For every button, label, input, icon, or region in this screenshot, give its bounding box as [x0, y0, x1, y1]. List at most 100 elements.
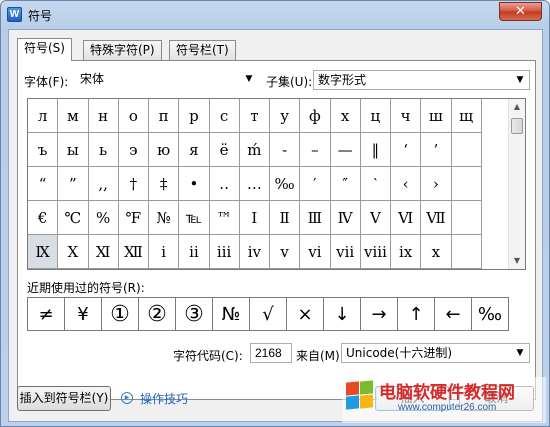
- symbol-cell[interactable]: т: [239, 99, 270, 133]
- tab-symbol-bar[interactable]: 符号栏(T): [169, 40, 236, 60]
- symbol-cell[interactable]: ℃: [58, 201, 89, 235]
- symbol-cell[interactable]: ю: [149, 133, 180, 167]
- recent-symbol-cell[interactable]: ‰: [472, 298, 509, 330]
- subset-select[interactable]: 数字形式 ▼: [313, 70, 530, 90]
- symbol-cell[interactable]: ‖: [360, 133, 391, 167]
- symbol-cell[interactable]: р: [179, 99, 210, 133]
- symbol-cell[interactable]: №: [149, 201, 180, 235]
- symbol-cell[interactable]: -: [270, 133, 301, 167]
- symbol-cell[interactable]: у: [270, 99, 301, 133]
- tab-special-characters[interactable]: 特殊字符(P): [83, 40, 162, 60]
- recent-symbol-cell[interactable]: ←: [435, 298, 472, 330]
- symbol-cell[interactable]: ⅳ: [239, 235, 270, 269]
- symbol-cell[interactable]: о: [118, 99, 149, 133]
- recent-symbol-cell[interactable]: √: [250, 298, 287, 330]
- title-bar[interactable]: W 符号 ✕: [1, 1, 549, 27]
- symbol-cell[interactable]: €: [28, 201, 59, 235]
- font-select[interactable]: 宋体 ▼: [76, 70, 258, 90]
- symbol-cell[interactable]: ℡: [179, 201, 210, 235]
- symbol-cell[interactable]: ″: [330, 167, 361, 201]
- symbol-cell[interactable]: Ⅺ: [88, 235, 119, 269]
- symbol-cell[interactable]: ‥: [209, 167, 240, 201]
- symbol-cell[interactable]: ‘: [391, 133, 422, 167]
- symbol-cell[interactable]: ‵: [360, 167, 391, 201]
- symbol-cell[interactable]: ц: [360, 99, 391, 133]
- recent-symbol-cell[interactable]: ¥: [65, 298, 102, 330]
- symbol-cell[interactable]: ⅴ: [270, 235, 301, 269]
- tab-symbols[interactable]: 符号(S): [17, 38, 72, 61]
- symbol-cell[interactable]: ч: [391, 99, 422, 133]
- symbol-cell[interactable]: с: [209, 99, 240, 133]
- symbol-cell[interactable]: ›: [421, 167, 452, 201]
- symbol-cell[interactable]: –: [300, 133, 331, 167]
- symbol-cell[interactable]: ф: [300, 99, 331, 133]
- symbol-cell[interactable]: Ⅵ: [391, 201, 422, 235]
- symbol-cell[interactable]: ḿ: [239, 133, 270, 167]
- symbol-cell[interactable]: Ⅸ: [28, 235, 59, 269]
- symbol-grid-scrollbar[interactable]: ▲ ▼: [508, 99, 525, 269]
- symbol-cell[interactable]: Ⅱ: [270, 201, 301, 235]
- symbol-cell[interactable]: Ⅳ: [330, 201, 361, 235]
- symbol-cell[interactable]: ,,: [88, 167, 119, 201]
- scroll-up-arrow-icon[interactable]: ▲: [509, 99, 525, 115]
- symbol-cell[interactable]: ⅷ: [360, 235, 391, 269]
- symbol-cell[interactable]: ™: [209, 201, 240, 235]
- symbol-cell[interactable]: ё: [209, 133, 240, 167]
- symbol-cell[interactable]: [451, 167, 482, 201]
- symbol-cell[interactable]: Ⅰ: [239, 201, 270, 235]
- symbol-cell[interactable]: ⅶ: [330, 235, 361, 269]
- symbol-cell[interactable]: %: [88, 201, 119, 235]
- scroll-thumb[interactable]: [511, 118, 523, 134]
- symbol-cell[interactable]: —: [330, 133, 361, 167]
- symbol-cell[interactable]: ⅵ: [300, 235, 331, 269]
- symbol-cell[interactable]: [451, 201, 482, 235]
- recent-symbol-cell[interactable]: ①: [102, 298, 139, 330]
- symbol-cell[interactable]: Ⅶ: [421, 201, 452, 235]
- operation-tips-link[interactable]: 操作技巧: [140, 390, 188, 407]
- symbol-cell[interactable]: ⅰ: [149, 235, 180, 269]
- scroll-down-arrow-icon[interactable]: ▼: [509, 253, 525, 269]
- recent-symbol-cell[interactable]: ≠: [28, 298, 65, 330]
- recent-symbol-cell[interactable]: ↑: [398, 298, 435, 330]
- symbol-cell[interactable]: ℉: [118, 201, 149, 235]
- from-select[interactable]: Unicode(十六进制) ▼: [341, 343, 530, 363]
- symbol-cell[interactable]: Ⅲ: [300, 201, 331, 235]
- symbol-cell[interactable]: ⅸ: [391, 235, 422, 269]
- symbol-cell[interactable]: [451, 235, 482, 269]
- recent-symbol-cell[interactable]: ↓: [324, 298, 361, 330]
- recent-symbol-cell[interactable]: №: [213, 298, 250, 330]
- symbol-cell[interactable]: ⅲ: [209, 235, 240, 269]
- symbol-cell[interactable]: †: [118, 167, 149, 201]
- symbol-cell[interactable]: ”: [58, 167, 89, 201]
- char-code-input[interactable]: 2168: [250, 343, 292, 363]
- symbol-cell[interactable]: л: [28, 99, 59, 133]
- recent-symbol-cell[interactable]: ②: [139, 298, 176, 330]
- symbol-cell[interactable]: м: [58, 99, 89, 133]
- symbol-cell[interactable]: ъ: [28, 133, 59, 167]
- symbol-cell[interactable]: Ⅴ: [360, 201, 391, 235]
- symbol-cell[interactable]: п: [149, 99, 180, 133]
- symbol-cell[interactable]: ы: [58, 133, 89, 167]
- recent-symbol-cell[interactable]: ×: [287, 298, 324, 330]
- symbol-cell[interactable]: ь: [88, 133, 119, 167]
- symbol-cell[interactable]: ‰: [270, 167, 301, 201]
- symbol-cell[interactable]: [451, 133, 482, 167]
- symbol-cell[interactable]: ш: [421, 99, 452, 133]
- symbol-cell[interactable]: ⅹ: [421, 235, 452, 269]
- symbol-cell[interactable]: …: [239, 167, 270, 201]
- symbol-cell[interactable]: “: [28, 167, 59, 201]
- symbol-cell[interactable]: ‡: [149, 167, 180, 201]
- insert-to-symbol-bar-button[interactable]: 插入到符号栏(Y): [17, 386, 111, 411]
- symbol-cell[interactable]: щ: [451, 99, 482, 133]
- recent-symbol-cell[interactable]: ③: [176, 298, 213, 330]
- symbol-cell[interactable]: э: [118, 133, 149, 167]
- symbol-cell[interactable]: х: [330, 99, 361, 133]
- symbol-cell[interactable]: Ⅻ: [118, 235, 149, 269]
- close-button[interactable]: ✕: [499, 2, 542, 21]
- symbol-cell[interactable]: н: [88, 99, 119, 133]
- recent-symbol-cell[interactable]: →: [361, 298, 398, 330]
- symbol-cell[interactable]: ⅱ: [179, 235, 210, 269]
- symbol-cell[interactable]: ’: [421, 133, 452, 167]
- symbol-cell[interactable]: Ⅹ: [58, 235, 89, 269]
- symbol-cell[interactable]: ′: [300, 167, 331, 201]
